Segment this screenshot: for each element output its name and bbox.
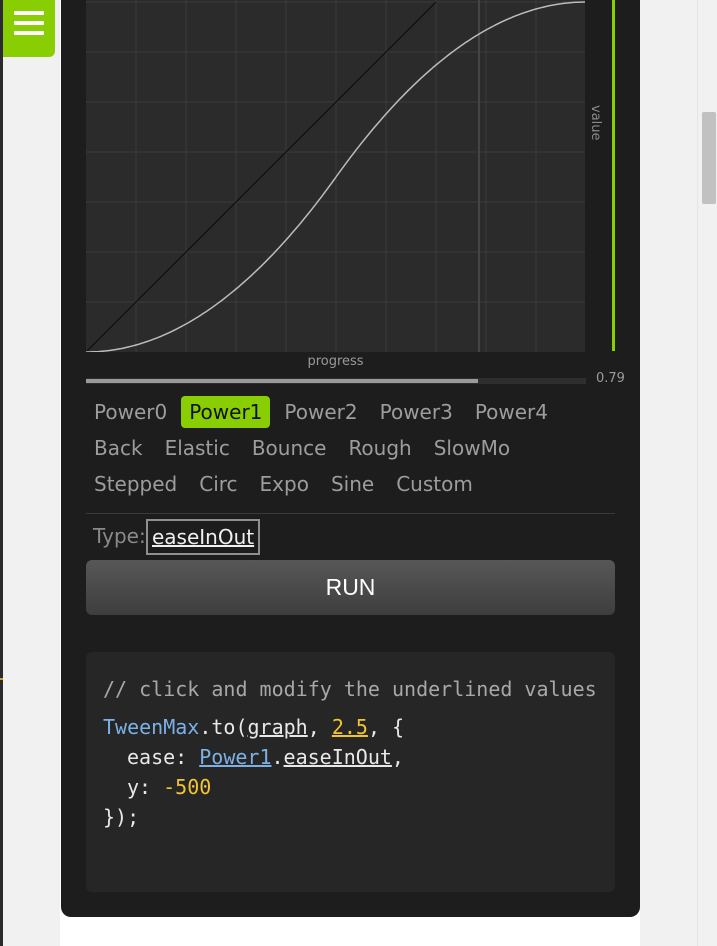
ease-option-stepped[interactable]: Stepped xyxy=(86,468,185,500)
progress-fill xyxy=(86,379,478,383)
code-sep: , xyxy=(307,715,332,739)
ease-option-circ[interactable]: Circ xyxy=(191,468,245,500)
code-comma: , xyxy=(391,745,404,769)
progress-value: 0.79 xyxy=(596,371,625,386)
code-open-brace: , { xyxy=(367,715,405,739)
ease-selector: Power0 Power1 Power2 Power3 Power4 Back … xyxy=(86,394,616,502)
code-line-close: }); xyxy=(103,805,140,829)
ease-option-power2[interactable]: Power2 xyxy=(276,396,365,428)
progress-track[interactable] xyxy=(86,378,586,384)
progress-axis-label: progress xyxy=(307,354,364,369)
ease-graph xyxy=(86,0,585,352)
type-label: Type: xyxy=(93,524,146,548)
code-y-value: -500 xyxy=(163,775,212,799)
ease-row: Stepped Circ Expo Sine Custom xyxy=(86,466,616,502)
ease-option-expo[interactable]: Expo xyxy=(252,468,317,500)
linear-reference-line xyxy=(86,1,437,352)
ease-option-power1[interactable]: Power1 xyxy=(181,396,271,428)
ease-option-power0[interactable]: Power0 xyxy=(86,396,175,428)
ease-option-bounce[interactable]: Bounce xyxy=(244,432,335,464)
code-line-ease: ease: Power1.easeInOut, xyxy=(103,742,598,772)
ease-option-custom[interactable]: Custom xyxy=(388,468,481,500)
ease-graph-svg xyxy=(86,0,585,352)
code-method: .to( xyxy=(199,715,248,739)
page-gutter-right xyxy=(640,0,697,946)
code-line-y: y: -500 xyxy=(103,772,598,802)
code-sample: // click and modify the underlined value… xyxy=(86,652,615,892)
code-ease-type-param[interactable]: easeInOut xyxy=(284,745,392,769)
code-duration-param[interactable]: 2.5 xyxy=(332,715,368,739)
code-ease-key: ease: xyxy=(127,745,200,769)
ease-option-back[interactable]: Back xyxy=(86,432,151,464)
scrollbar-thumb[interactable] xyxy=(702,112,716,204)
code-dot: . xyxy=(271,745,284,769)
run-button[interactable]: RUN xyxy=(86,560,615,615)
code-comment: // click and modify the underlined value… xyxy=(103,677,597,701)
page-gutter-left xyxy=(3,0,60,946)
ease-row: Back Elastic Bounce Rough SlowMo xyxy=(86,430,616,466)
ease-type-selector[interactable]: easeInOut xyxy=(146,519,260,555)
ease-row: Power0 Power1 Power2 Power3 Power4 xyxy=(86,394,616,430)
menu-button[interactable] xyxy=(3,0,55,57)
ease-option-power3[interactable]: Power3 xyxy=(372,396,461,428)
code-target-param[interactable]: graph xyxy=(248,715,308,739)
divider xyxy=(86,513,615,514)
code-y-key: y: xyxy=(127,775,164,799)
code-ease-name-param[interactable]: Power1 xyxy=(199,745,271,769)
ease-option-elastic[interactable]: Elastic xyxy=(157,432,238,464)
ease-option-rough[interactable]: Rough xyxy=(340,432,419,464)
ease-option-slowmo[interactable]: SlowMo xyxy=(426,432,518,464)
value-axis-label: value xyxy=(588,105,603,141)
code-line-tween: TweenMax.to(graph, 2.5, { xyxy=(103,712,598,742)
ease-option-sine[interactable]: Sine xyxy=(323,468,382,500)
code-tweenmax: TweenMax xyxy=(103,715,200,739)
value-axis-bar xyxy=(612,0,615,351)
ease-option-power4[interactable]: Power4 xyxy=(467,396,556,428)
